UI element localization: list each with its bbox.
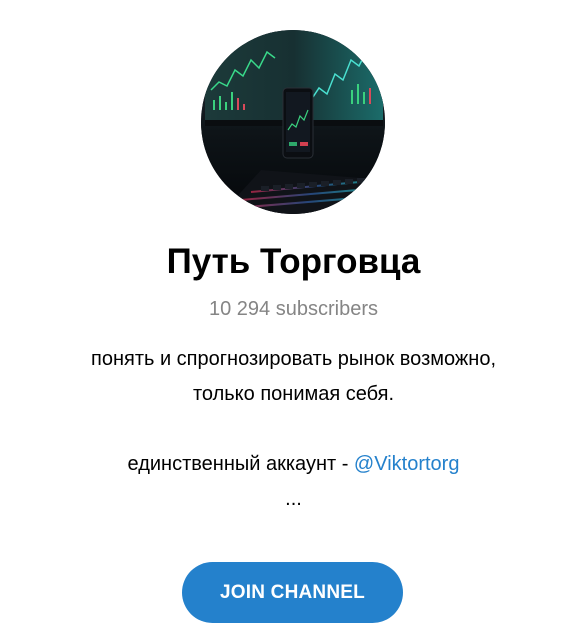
channel-description: понять и спрогнозировать рынок возможно,… — [0, 342, 587, 517]
description-line-1: понять и спрогнозировать рынок возможно, — [90, 348, 496, 370]
description-ellipsis: ... — [285, 488, 302, 510]
channel-title: Путь Торговца — [166, 242, 421, 281]
trading-desk-photo-icon — [201, 30, 385, 214]
join-channel-button[interactable]: JOIN CHANNEL — [182, 562, 403, 623]
description-line-2: только понимая себя. — [192, 383, 395, 405]
account-prefix: единственный аккаунт - — [127, 453, 354, 475]
channel-preview-card: Путь Торговца 10 294 subscribers понять … — [0, 0, 587, 628]
account-link[interactable]: @Viktortorg — [354, 453, 460, 475]
description-spacer — [0, 412, 587, 447]
description-account-line: единственный аккаунт - @Viktortorg — [0, 447, 587, 482]
channel-avatar — [201, 30, 385, 214]
subscriber-count: 10 294 subscribers — [209, 298, 378, 320]
